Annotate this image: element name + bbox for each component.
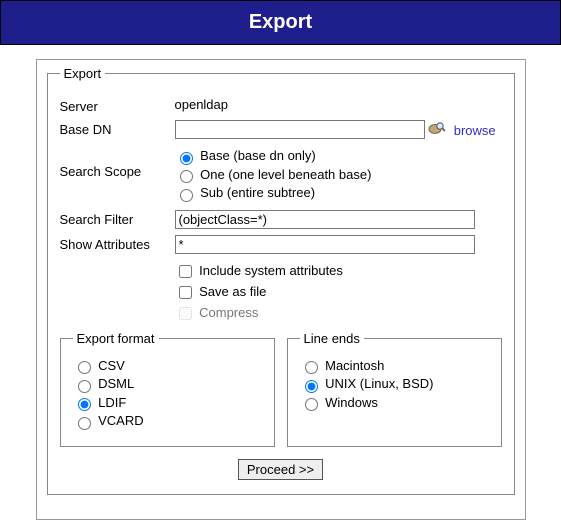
format-vcard-radio[interactable] — [78, 417, 91, 430]
attrs-input[interactable] — [175, 235, 475, 254]
lineend-mac-label: Macintosh — [325, 358, 384, 373]
lineends-fieldset: Line ends Macintosh UNIX (Linux, BSD) Wi… — [287, 331, 502, 447]
scope-one-label: One (one level beneath base) — [200, 167, 371, 182]
lineend-mac-radio[interactable] — [305, 361, 318, 374]
scope-label: Search Scope — [60, 146, 175, 179]
format-ldif-row[interactable]: LDIF — [73, 395, 262, 412]
compress-label: Compress — [199, 305, 258, 320]
lineend-win-row[interactable]: Windows — [300, 395, 489, 412]
attrs-label: Show Attributes — [60, 235, 175, 252]
scope-sub-radio[interactable] — [180, 189, 193, 202]
save-file-row[interactable]: Save as file — [175, 283, 502, 302]
format-dsml-radio[interactable] — [78, 380, 91, 393]
server-value: openldap — [175, 97, 502, 112]
page-title: Export — [249, 11, 312, 33]
format-vcard-row[interactable]: VCARD — [73, 413, 262, 430]
compress-row[interactable]: Compress — [175, 304, 502, 323]
scope-base-row[interactable]: Base (base dn only) — [175, 148, 502, 165]
save-file-label: Save as file — [199, 284, 266, 299]
two-column: Export format CSV DSML LDIF VCARD — [60, 331, 502, 447]
format-ldif-radio[interactable] — [78, 398, 91, 411]
lineend-mac-row[interactable]: Macintosh — [300, 358, 489, 375]
browse-icon — [428, 121, 446, 140]
export-fieldset: Export Server openldap Base DN browse Se… — [47, 66, 515, 495]
format-fieldset: Export format CSV DSML LDIF VCARD — [60, 331, 275, 447]
scope-one-radio[interactable] — [180, 170, 193, 183]
format-dsml-label: DSML — [98, 376, 134, 391]
include-sys-checkbox[interactable] — [179, 265, 192, 278]
row-checks: Include system attributes Save as file C… — [60, 260, 502, 325]
row-basedn: Base DN browse — [60, 120, 502, 140]
include-sys-label: Include system attributes — [199, 263, 343, 278]
lineend-unix-label: UNIX (Linux, BSD) — [325, 376, 433, 391]
compress-checkbox — [179, 307, 192, 320]
scope-one-row[interactable]: One (one level beneath base) — [175, 167, 502, 184]
export-legend: Export — [60, 66, 106, 81]
lineend-unix-radio[interactable] — [305, 380, 318, 393]
proceed-button[interactable]: Proceed >> — [238, 459, 323, 480]
format-csv-radio[interactable] — [78, 361, 91, 374]
scope-sub-row[interactable]: Sub (entire subtree) — [175, 185, 502, 202]
format-dsml-row[interactable]: DSML — [73, 376, 262, 393]
lineends-legend: Line ends — [300, 331, 364, 346]
format-legend: Export format — [73, 331, 159, 346]
format-vcard-label: VCARD — [98, 413, 144, 428]
basedn-label: Base DN — [60, 120, 175, 137]
lineend-win-label: Windows — [325, 395, 378, 410]
browse-link[interactable]: browse — [454, 123, 496, 138]
server-label: Server — [60, 97, 175, 114]
basedn-input[interactable] — [175, 120, 425, 139]
filter-input[interactable] — [175, 210, 475, 229]
format-csv-row[interactable]: CSV — [73, 358, 262, 375]
lineend-win-radio[interactable] — [305, 398, 318, 411]
row-scope: Search Scope Base (base dn only) One (on… — [60, 146, 502, 204]
proceed-wrap: Proceed >> — [60, 459, 502, 480]
row-server: Server openldap — [60, 97, 502, 114]
format-csv-label: CSV — [98, 358, 125, 373]
page-header: Export — [0, 0, 561, 45]
lineend-unix-row[interactable]: UNIX (Linux, BSD) — [300, 376, 489, 393]
format-ldif-label: LDIF — [98, 395, 126, 410]
save-file-checkbox[interactable] — [179, 286, 192, 299]
filter-label: Search Filter — [60, 210, 175, 227]
scope-sub-label: Sub (entire subtree) — [200, 185, 315, 200]
row-attrs: Show Attributes — [60, 235, 502, 254]
row-filter: Search Filter — [60, 210, 502, 229]
scope-base-label: Base (base dn only) — [200, 148, 316, 163]
scope-base-radio[interactable] — [180, 152, 193, 165]
export-panel: Export Server openldap Base DN browse Se… — [36, 59, 526, 520]
include-sys-row[interactable]: Include system attributes — [175, 262, 502, 281]
